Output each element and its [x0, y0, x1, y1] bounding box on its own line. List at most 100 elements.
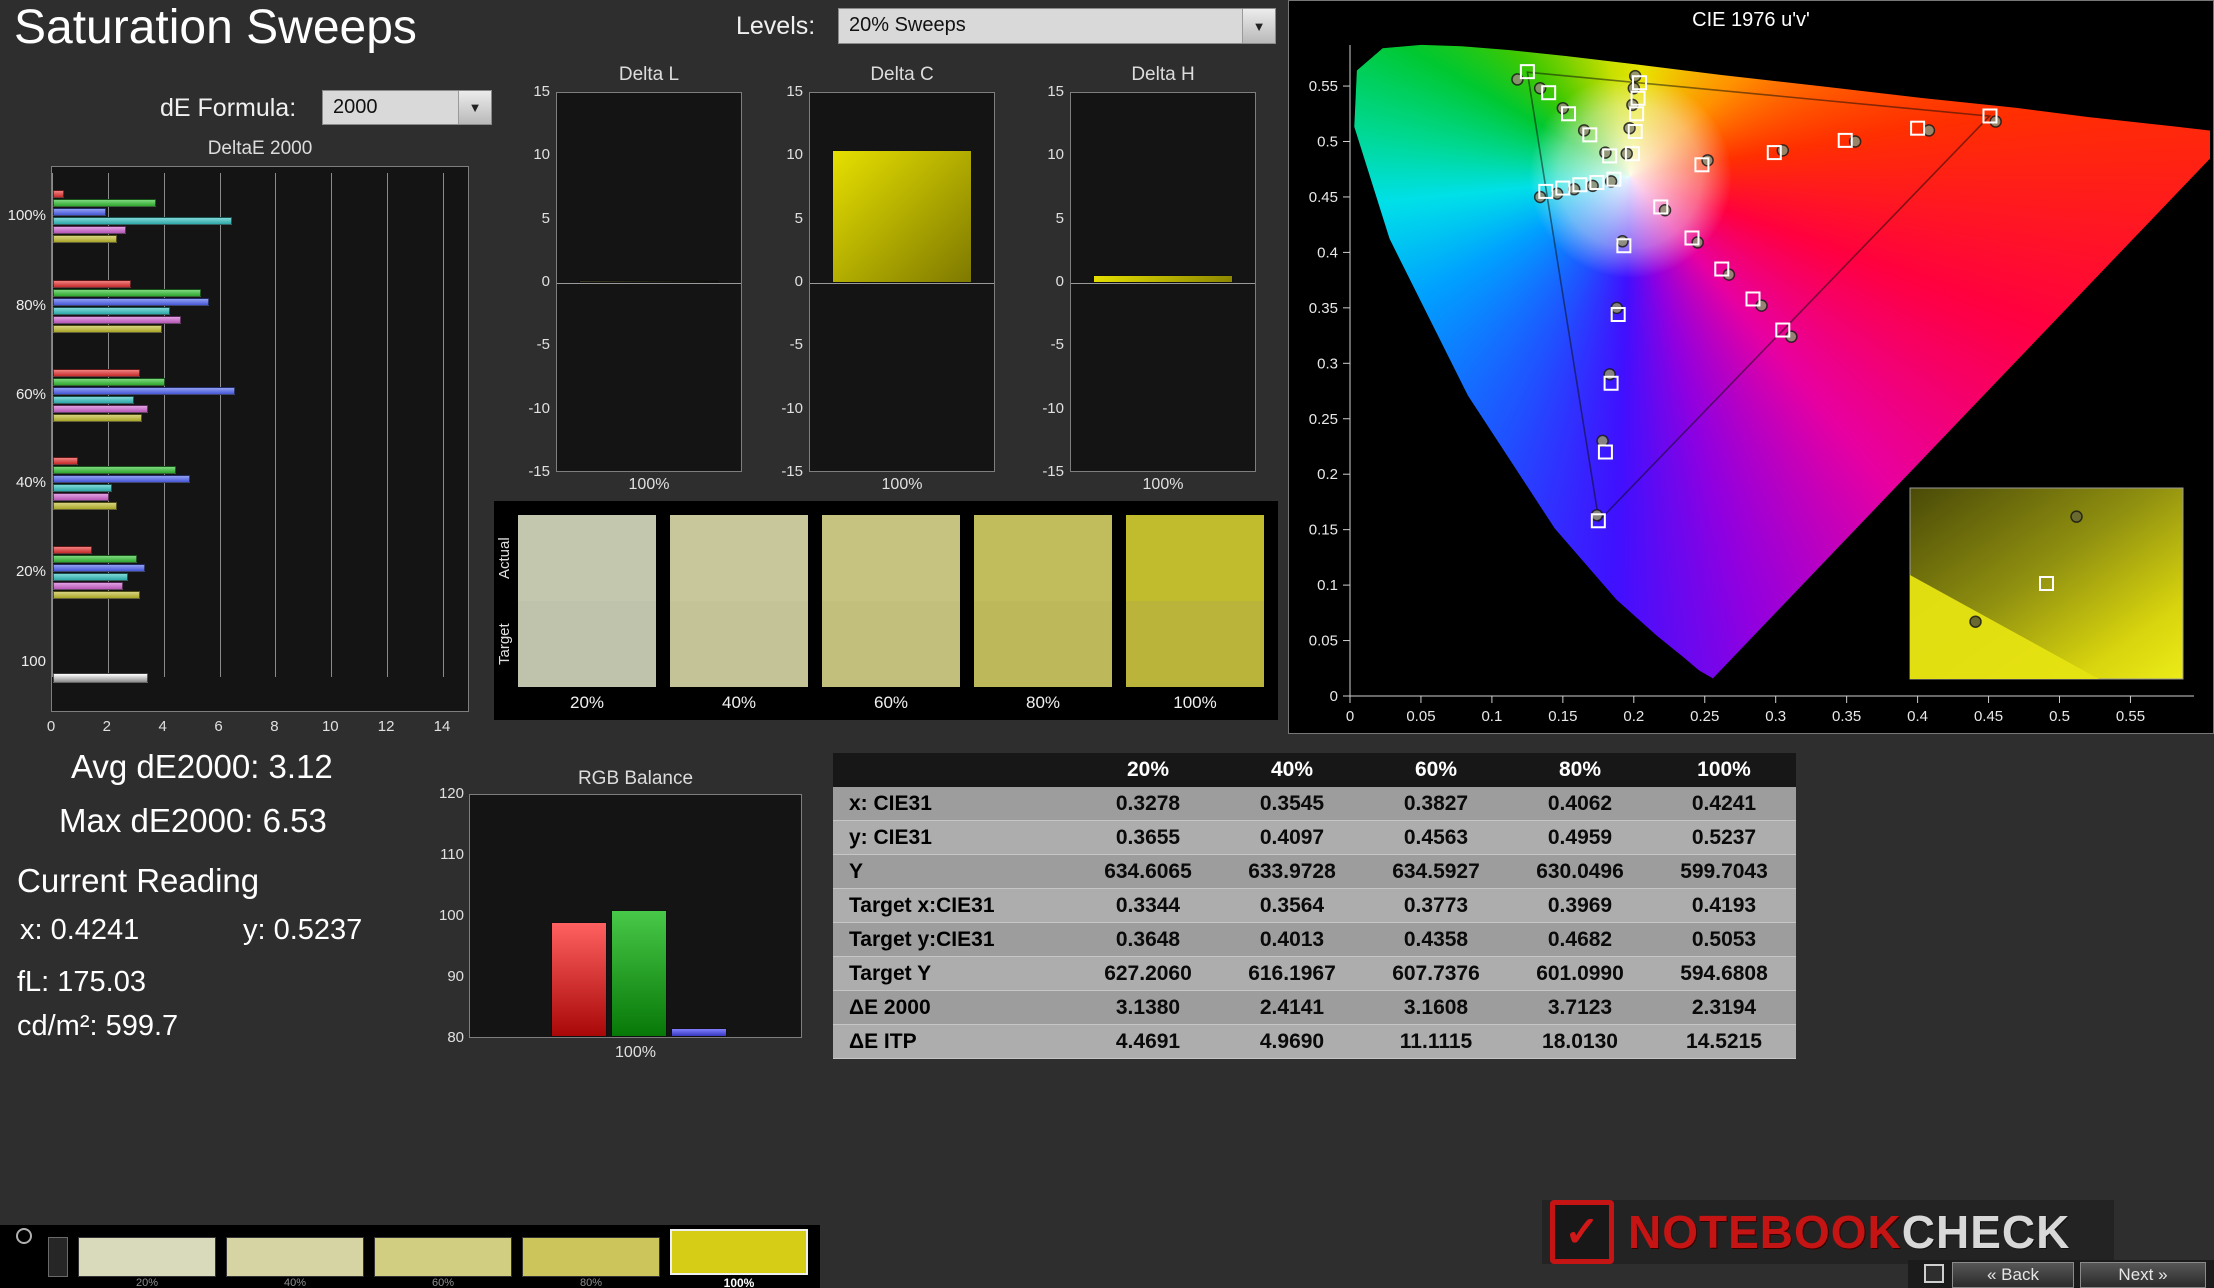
bar-yellow [53, 591, 140, 599]
y-tick-label: 0.55 [1309, 78, 1338, 95]
y-tick-label: 5 [1020, 210, 1064, 227]
y-group-label: 20% [0, 563, 46, 580]
x-tick-label: 0.2 [1623, 708, 1644, 725]
strip-swatch-label: 80% [522, 1277, 660, 1288]
x-tick-label: 0.55 [2116, 708, 2145, 725]
zoom-inset-highlight [1910, 575, 2099, 679]
window-restore-icon[interactable] [1924, 1264, 1944, 1283]
y-tick-label: 80 [416, 1029, 464, 1046]
table-cell: 0.4959 [1508, 821, 1652, 854]
table-cell: 2.3194 [1652, 991, 1796, 1024]
plot-area [556, 92, 742, 472]
table-row: x: CIE310.32780.35450.38270.40620.4241 [833, 787, 1796, 821]
table-header-cell: 60% [1364, 753, 1508, 787]
actual-swatch [1126, 515, 1264, 601]
actual-swatch [974, 515, 1112, 601]
table-cell: 0.4241 [1652, 787, 1796, 820]
table-header-cell [833, 753, 1076, 787]
de-formula-value: 2000 [323, 91, 458, 124]
app-window: Saturation Sweeps dE Formula: 2000 ▼ Lev… [0, 0, 2214, 1288]
target-swatch [974, 601, 1112, 687]
x-tick-label: 14 [428, 718, 456, 735]
table-cell: 0.3827 [1364, 787, 1508, 820]
inset-measured-point [2071, 511, 2082, 522]
x-axis-label: 100% [809, 476, 995, 494]
plot-area [1070, 92, 1256, 472]
bar-white [53, 673, 148, 683]
gridline [331, 173, 332, 677]
de-formula-dropdown[interactable]: 2000 ▼ [322, 90, 492, 125]
table-cell: 607.7376 [1364, 957, 1508, 990]
row-label: Y [833, 855, 1076, 888]
y-tick-label: 0.4 [1317, 244, 1338, 261]
x-axis-label: 100% [1070, 476, 1256, 494]
x-tick-label: 0.35 [1832, 708, 1861, 725]
strip-swatch-20%[interactable] [78, 1237, 216, 1277]
levels-value: 20% Sweeps [839, 9, 1242, 43]
y-tick-label: 0.45 [1309, 189, 1338, 206]
x-tick-label: 0 [1346, 708, 1354, 725]
table-cell: 4.4691 [1076, 1025, 1220, 1058]
table-row: y: CIE310.36550.40970.45630.49590.5237 [833, 821, 1796, 855]
y-tick-label: 0 [759, 273, 803, 290]
gridline [52, 173, 53, 677]
bar-yellow [53, 414, 142, 422]
gridline [108, 173, 109, 677]
inset-target-point [2040, 577, 2053, 590]
table-cell: 0.3969 [1508, 889, 1652, 922]
levels-dropdown[interactable]: 20% Sweeps ▼ [838, 8, 1276, 44]
back-button[interactable]: « Back [1952, 1262, 2074, 1288]
table-header-cell: 100% [1652, 753, 1796, 787]
strip-dark-tile[interactable] [48, 1237, 68, 1277]
table-cell: 0.3545 [1220, 787, 1364, 820]
x-axis-label: 100% [556, 476, 742, 494]
y-group-label: 100% [0, 207, 46, 224]
bar-cyan [53, 307, 170, 315]
x-tick-label: 4 [149, 718, 177, 735]
de-formula-label: dE Formula: [160, 94, 296, 123]
table-cell: 616.1967 [1220, 957, 1364, 990]
bar-green [611, 910, 667, 1037]
strip-swatch-40%[interactable] [226, 1237, 364, 1277]
y-tick-label: 90 [416, 968, 464, 985]
strip-swatch-60%[interactable] [374, 1237, 512, 1277]
current-x-value: x: 0.4241 [20, 914, 139, 947]
bar-magenta [53, 316, 181, 324]
levels-label: Levels: [736, 12, 815, 41]
table-cell: 634.5927 [1364, 855, 1508, 888]
table-row: Target x:CIE310.33440.35640.37730.39690.… [833, 889, 1796, 923]
strip-swatch-80%[interactable] [522, 1237, 660, 1277]
gridline [164, 173, 165, 677]
current-reading-title: Current Reading [17, 862, 259, 900]
table-cell: 0.3564 [1220, 889, 1364, 922]
table-cell: 0.4358 [1364, 923, 1508, 956]
bar-green [53, 555, 137, 563]
delta-h-chart: Delta H151050-5-10-15100% [1018, 64, 1260, 500]
table-cell: 0.3648 [1076, 923, 1220, 956]
bar-red [53, 190, 64, 198]
notebookcheck-logo: ✓ [1550, 1200, 1614, 1264]
table-cell: 0.4097 [1220, 821, 1364, 854]
swatch-row-label: Target [496, 601, 514, 687]
delta-l-chart: Delta L151050-5-10-15100% [504, 64, 746, 500]
y-tick-label: 0 [1330, 688, 1338, 705]
table-cell: 634.6065 [1076, 855, 1220, 888]
y-group-label: 40% [0, 474, 46, 491]
y-tick-label: -5 [759, 336, 803, 353]
swatch-level-label: 60% [822, 693, 960, 713]
x-tick-label: 0.4 [1907, 708, 1928, 725]
y-tick-label: -5 [1020, 336, 1064, 353]
table-cell: 11.1115 [1364, 1025, 1508, 1058]
bar-blue [53, 387, 235, 395]
row-label: ΔE 2000 [833, 991, 1076, 1024]
y-tick-label: 5 [759, 210, 803, 227]
swatch-level-label: 20% [518, 693, 656, 713]
strip-swatch-label: 60% [374, 1277, 512, 1288]
table-row: Target y:CIE310.36480.40130.43580.46820.… [833, 923, 1796, 957]
avg-de2000-reading: Avg dE2000: 3.12 [71, 748, 333, 786]
strip-swatch-100%[interactable] [670, 1229, 808, 1275]
next-button[interactable]: Next » [2080, 1262, 2206, 1288]
table-cell: 3.1380 [1076, 991, 1220, 1024]
bar-red [53, 369, 140, 377]
y-tick-label: -15 [759, 463, 803, 480]
